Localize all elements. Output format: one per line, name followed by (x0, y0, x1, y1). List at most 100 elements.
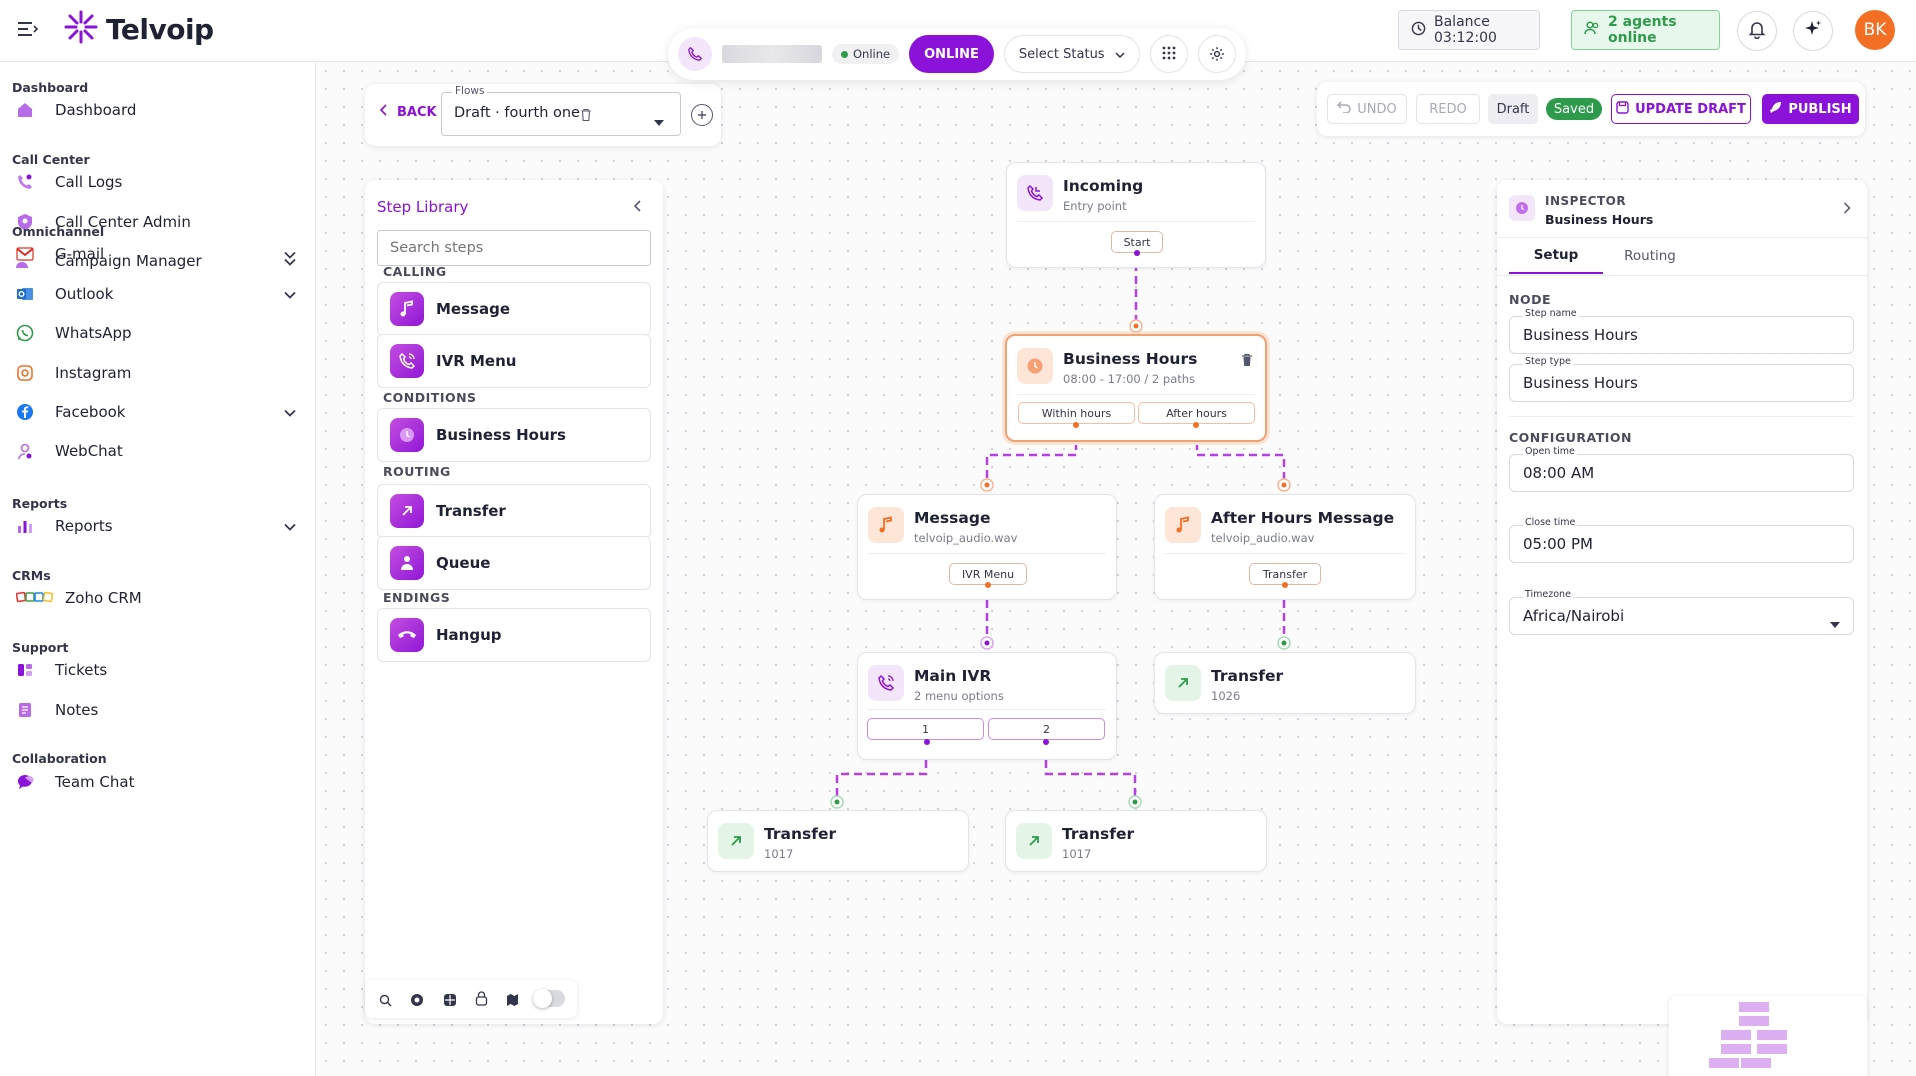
port-option-2[interactable]: 2 (988, 718, 1105, 740)
balance-button[interactable]: Balance 03:12:00 (1398, 10, 1540, 50)
open-time-field[interactable]: 08:00 AM (1509, 454, 1854, 492)
ai-assistant-button[interactable] (1793, 11, 1833, 51)
sidebar-item-notes[interactable]: Notes (12, 692, 302, 728)
library-step-transfer[interactable]: Transfer (377, 484, 651, 538)
lock-icon[interactable] (475, 991, 488, 1010)
node-after-hours-message[interactable]: After Hours Message telvoip_audio.wav Tr… (1154, 494, 1416, 600)
snap-toggle[interactable] (533, 989, 565, 1008)
sidebar-item-tickets[interactable]: Tickets (12, 652, 302, 688)
library-step-business-hours[interactable]: Business Hours (377, 408, 651, 462)
app-name: Telvoip (106, 12, 214, 46)
save-draft-icon (1616, 100, 1629, 118)
sidebar-item-facebook[interactable]: Facebook (12, 394, 302, 430)
menu-collapse-icon[interactable] (16, 20, 38, 38)
library-step-hangup[interactable]: Hangup (377, 608, 651, 662)
delete-node-icon[interactable] (1241, 352, 1253, 371)
sidebar-item-outlook[interactable]: Outlook (12, 276, 302, 312)
clock-icon (1509, 195, 1535, 221)
brand-logo[interactable]: Telvoip (62, 8, 214, 50)
queue-icon (390, 546, 424, 580)
flow-select[interactable]: Flows Draft · fourth one (441, 85, 681, 136)
edge-ivr2-transfer (1044, 760, 1137, 802)
library-step-queue[interactable]: Queue (377, 536, 651, 590)
step-type-field[interactable]: Business Hours (1509, 364, 1854, 402)
update-draft-button[interactable]: UPDATE DRAFT (1611, 94, 1751, 124)
avatar[interactable]: BK (1855, 10, 1895, 50)
library-step-ivr-menu[interactable]: IVR Menu (377, 334, 651, 388)
tab-setup[interactable]: Setup (1509, 238, 1603, 274)
fit-view-icon[interactable] (410, 992, 424, 1011)
node-business-hours[interactable]: Business Hours 08:00 - 17:00 / 2 paths W… (1005, 334, 1267, 442)
select-status-dropdown[interactable]: Select Status (1003, 35, 1140, 73)
flow-selector-panel: BACK Flows Draft · fourth one (365, 84, 721, 146)
minimap-preview (1709, 1002, 1787, 1068)
chevron-down-icon[interactable] (284, 516, 296, 535)
sidebar-item-webchat[interactable]: WebChat (12, 433, 302, 469)
sidebar-item-instagram[interactable]: Instagram (12, 355, 302, 391)
undo-button[interactable]: UNDO (1327, 94, 1407, 124)
library-section-endings: ENDINGS (383, 590, 451, 605)
sidebar-item-g-mail[interactable]: G-mail (12, 236, 302, 272)
chevron-right-icon[interactable] (1843, 200, 1851, 219)
add-flow-icon[interactable] (691, 104, 713, 126)
sidebar-item-whatsapp[interactable]: WhatsApp (12, 315, 302, 351)
port-within-hours[interactable]: Within hours (1018, 402, 1135, 424)
chevron-left-icon (379, 104, 389, 120)
node-transfer-1017-a[interactable]: Transfer 1017 (707, 810, 969, 872)
sidebar: Dashboard Dashboard Call Center Call Logs Ca… (0, 62, 316, 1076)
sidebar-item-dashboard[interactable]: Dashboard (12, 92, 302, 128)
edge-within-message (985, 442, 1078, 484)
online-button[interactable]: ONLINE (909, 35, 994, 73)
sidebar-item-reports[interactable]: Reports (12, 508, 302, 544)
phone-icon[interactable] (678, 37, 712, 71)
close-time-field[interactable]: 05:00 PM (1509, 525, 1854, 563)
clock-icon (1411, 21, 1426, 40)
redo-button[interactable]: REDO (1416, 94, 1480, 124)
sidebar-item-team-chat[interactable]: Team Chat (12, 764, 302, 800)
ticket-icon (15, 660, 35, 680)
chevron-down-icon[interactable] (284, 244, 296, 263)
arrow-up-right-icon (1016, 823, 1052, 859)
trash-icon[interactable] (580, 107, 592, 126)
zoho-icon (15, 588, 55, 608)
library-step-message[interactable]: Message (377, 282, 651, 336)
node-main-ivr[interactable]: Main IVR 2 menu options 1 2 (857, 652, 1117, 760)
canvas-controls (365, 980, 577, 1018)
zoom-icon[interactable] (379, 992, 392, 1011)
port-option-1[interactable]: 1 (867, 718, 984, 740)
rocket-icon (1769, 101, 1782, 118)
minimap-toggle-icon[interactable] (506, 992, 519, 1011)
phone-log-icon (15, 172, 35, 192)
step-name-field[interactable]: Business Hours (1509, 316, 1854, 354)
node-transfer-1026[interactable]: Transfer 1026 (1154, 652, 1416, 714)
chevron-down-icon (1115, 47, 1125, 62)
telvoip-logo-icon (62, 8, 100, 50)
step-library-title: Step Library (377, 198, 469, 216)
chevron-down-icon[interactable] (284, 402, 296, 421)
webchat-icon (15, 441, 35, 461)
tab-routing[interactable]: Routing (1603, 238, 1697, 274)
dropdown-caret-icon (654, 111, 664, 130)
flow-canvas[interactable]: BACK Flows Draft · fourth one UNDO REDO … (317, 62, 1916, 1076)
search-steps-input[interactable] (377, 230, 651, 266)
grid-icon[interactable] (443, 992, 457, 1011)
node-message[interactable]: Message telvoip_audio.wav IVR Menu (857, 494, 1117, 600)
chevron-down-icon[interactable] (284, 284, 296, 303)
notes-icon (15, 700, 35, 720)
node-transfer-1017-b[interactable]: Transfer 1017 (1005, 810, 1267, 872)
port-after-hours[interactable]: After hours (1138, 402, 1255, 424)
dialpad-icon[interactable] (1149, 35, 1188, 73)
gear-icon[interactable] (1197, 35, 1236, 73)
sidebar-item-call-logs[interactable]: Call Logs (12, 164, 302, 200)
agents-online-button[interactable]: 2 agents online (1571, 10, 1720, 50)
sidebar-item-zoho-crm[interactable]: Zoho CRM (12, 580, 302, 616)
music-note-icon (1165, 507, 1201, 543)
minimap[interactable] (1669, 996, 1867, 1076)
collapse-panel-icon[interactable] (633, 198, 643, 217)
publish-button[interactable]: PUBLISH (1762, 94, 1859, 124)
node-incoming[interactable]: Incoming Entry point Start (1006, 162, 1266, 268)
bar-chart-icon (15, 516, 35, 536)
timezone-select[interactable]: Africa/Nairobi (1509, 597, 1854, 635)
notifications-button[interactable] (1737, 11, 1777, 51)
back-button[interactable]: BACK (379, 104, 437, 120)
